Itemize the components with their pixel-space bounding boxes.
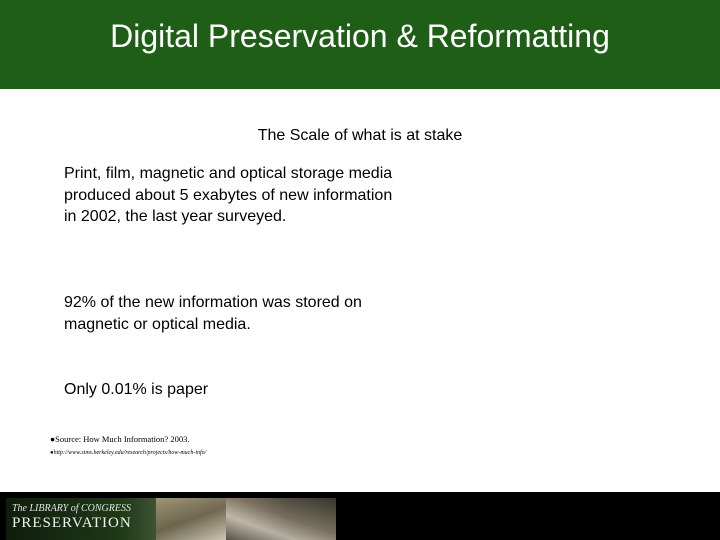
paragraph-magnetic-optical: 92% of the new information was stored on… xyxy=(64,294,362,333)
library-of-congress-preservation-logo: The LIBRARY of CONGRESS PRESERVATION xyxy=(6,498,336,540)
logo-small-text: The LIBRARY of CONGRESS xyxy=(12,503,131,514)
slide-title: Digital Preservation & Reformatting xyxy=(110,18,610,54)
slide-subtitle: The Scale of what is at stake xyxy=(257,127,463,144)
title-bar: Digital Preservation & Reformatting xyxy=(0,0,720,89)
source-citation: ●Source: How Much Information? 2003. xyxy=(50,434,190,444)
source-url: ●http://www.sims.berkeley.edu/research/p… xyxy=(50,450,207,456)
banner-photo xyxy=(156,498,226,540)
logo-big-text: PRESERVATION xyxy=(12,515,132,531)
paragraph-exabytes: Print, film, magnetic and optical storag… xyxy=(64,165,393,225)
banner-photo xyxy=(226,498,336,540)
paragraph-paper: Only 0.01% is paper xyxy=(64,381,209,398)
